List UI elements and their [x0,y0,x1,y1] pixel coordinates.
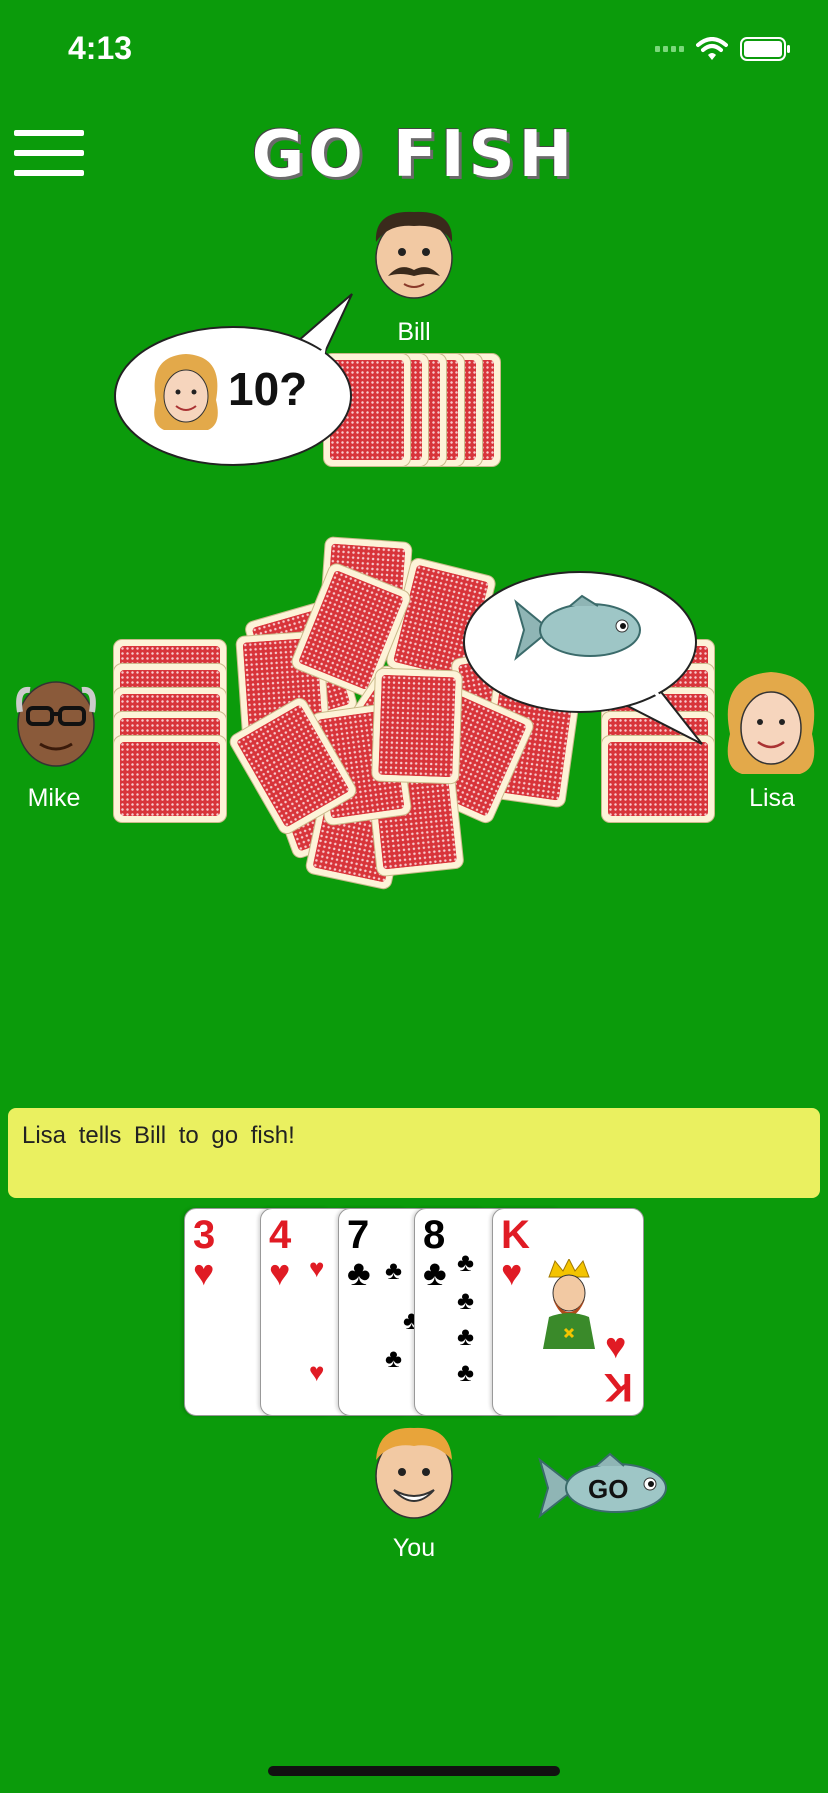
club-icon: ♣ [347,1252,371,1293]
go-button-label: GO [588,1474,629,1504]
game-message: Lisa tells Bill to go fish! [8,1108,820,1198]
home-indicator[interactable] [268,1766,560,1776]
bill-avatar [375,211,453,299]
ask-rank-text: 10? [228,363,308,415]
lisa-avatar [727,672,815,774]
heart-icon: ♥ [501,1252,523,1293]
mike-avatar [16,681,96,767]
cellular-signal-icon [655,46,684,52]
mike-card [114,736,226,822]
status-time: 4:13 [68,30,133,66]
card-rank: 8 [423,1213,446,1257]
card-rank: 4 [269,1213,292,1257]
club-icon: ♣ [423,1252,447,1293]
bill-name: Bill [397,318,431,346]
go-fish-button[interactable]: GO [536,1448,670,1528]
you-avatar [375,1427,453,1519]
club-pip-icon: ♣ [457,1321,475,1351]
card-rank: 7 [347,1213,370,1257]
battery-icon [740,37,790,61]
mike-name: Mike [27,784,81,812]
heart-icon: ♥ [269,1252,291,1293]
club-pip-icon: ♣ [385,1343,403,1373]
card-rank: 3 [193,1213,216,1257]
lisa-small-avatar [154,354,218,430]
club-pip-icon: ♣ [457,1357,475,1387]
club-pip-icon: ♣ [457,1285,475,1315]
card-rank: K [501,1213,530,1257]
lisa-name: Lisa [749,784,795,812]
club-pip-icon: ♣ [385,1255,403,1285]
heart-icon: ♥ [193,1252,215,1293]
heart-pip-icon: ♥ [605,1325,627,1366]
status-icons [655,36,792,62]
heart-pip-icon: ♥ [309,1253,325,1283]
king-figure-icon [543,1259,595,1349]
heart-pip-icon: ♥ [309,1357,325,1387]
card-rank-rotated: K [604,1365,633,1409]
wifi-icon [696,37,728,60]
club-pip-icon: ♣ [457,1247,475,1277]
game-title: GO FISH [251,118,577,192]
hand-card-k-hearts[interactable]: K ♥ ♥ K [492,1208,644,1416]
fish-icon [514,594,641,661]
you-name: You [392,1534,436,1562]
pond-card[interactable] [372,668,462,784]
